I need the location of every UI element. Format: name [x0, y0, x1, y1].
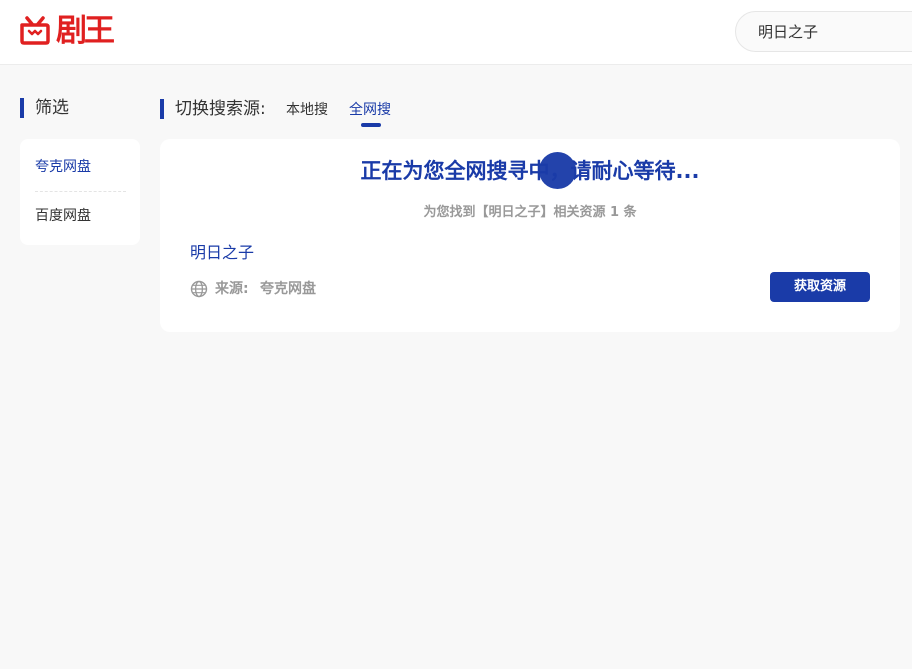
globe-icon: [190, 280, 208, 298]
result-title-link[interactable]: 明日之子: [190, 242, 254, 264]
source-switch-label: 切换搜索源:: [160, 99, 266, 119]
active-tab-indicator: [361, 123, 381, 127]
search-box[interactable]: [735, 11, 912, 52]
source-prefix: 来源:: [215, 281, 249, 297]
source-name: 夸克网盘: [260, 281, 316, 297]
logo-text: 剧王: [56, 13, 115, 49]
site-logo[interactable]: 剧王: [18, 13, 115, 49]
tab-local-search[interactable]: 本地搜: [286, 100, 328, 120]
filter-divider: [35, 191, 126, 192]
loading-indicator: [539, 152, 576, 189]
tab-web-search[interactable]: 全网搜: [349, 100, 391, 120]
search-input[interactable]: [758, 12, 912, 51]
filter-title: 筛选: [20, 98, 69, 118]
tv-logo-icon: [20, 16, 50, 45]
top-bar: 剧王: [0, 0, 912, 65]
result-count-text: 为您找到【明日之子】相关资源 1 条: [423, 205, 637, 220]
search-status-text: 正在为您全网搜寻中，请耐心等待...: [360, 159, 700, 183]
filter-card: [20, 139, 140, 245]
get-resource-button[interactable]: 获取资源: [770, 272, 870, 302]
